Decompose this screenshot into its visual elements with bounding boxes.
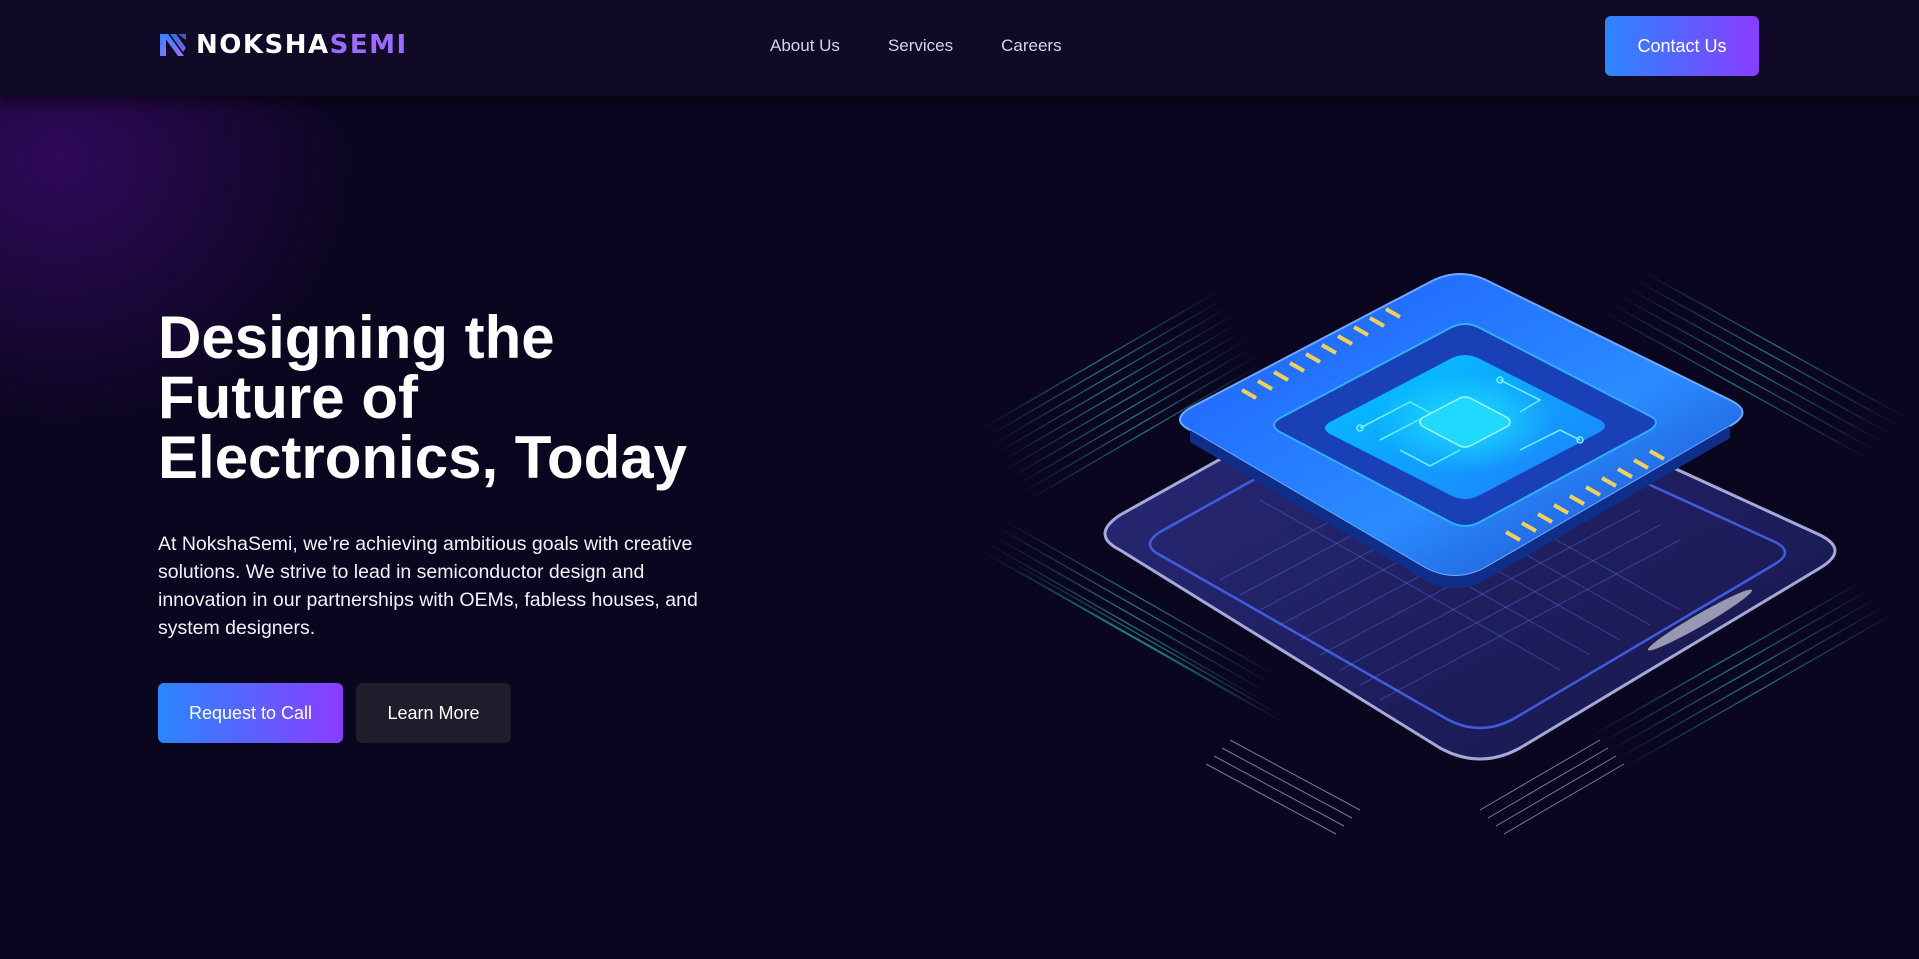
learn-more-button[interactable]: Learn More bbox=[356, 683, 511, 743]
n-logo-icon bbox=[160, 34, 186, 56]
hero-title-line: Designing the bbox=[158, 304, 555, 371]
hero-actions: Request to Call Learn More bbox=[158, 683, 511, 743]
brand-name-part1: NOKSHA bbox=[196, 30, 330, 60]
contact-us-button[interactable]: Contact Us bbox=[1605, 16, 1759, 76]
hero-title: Designing the Future of Electronics, Tod… bbox=[158, 308, 778, 488]
brand-name-part2: SEMI bbox=[329, 30, 408, 60]
request-to-call-button[interactable]: Request to Call bbox=[158, 683, 343, 743]
semiconductor-chip-illustration bbox=[979, 269, 1911, 835]
hero-title-line: Future of bbox=[158, 364, 418, 431]
nav-link-about-us[interactable]: About Us bbox=[770, 36, 840, 56]
hero-title-line: Electronics, Today bbox=[158, 424, 688, 491]
navbar: NOKSHASEMI About Us Services Careers Con… bbox=[0, 0, 1919, 96]
circuit-lines-bottom bbox=[1205, 739, 1625, 835]
hero-description: At NokshaSemi, we’re achieving ambitious… bbox=[158, 533, 698, 639]
brand-logo[interactable]: NOKSHASEMI bbox=[158, 28, 408, 62]
nav-links: About Us Services Careers bbox=[770, 36, 1062, 56]
nav-link-careers[interactable]: Careers bbox=[1001, 36, 1061, 56]
brand-name: NOKSHASEMI bbox=[196, 28, 408, 62]
page: NOKSHASEMI About Us Services Careers Con… bbox=[0, 0, 1919, 959]
nav-link-services[interactable]: Services bbox=[888, 36, 953, 56]
